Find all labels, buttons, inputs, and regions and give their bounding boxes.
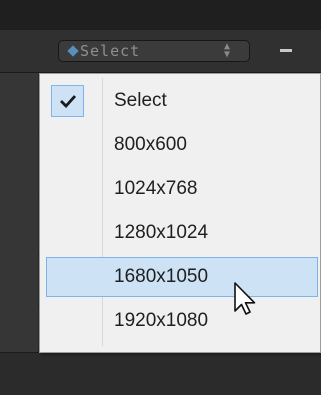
menu-item-1920x1080[interactable]: 1920x1080 xyxy=(46,301,318,341)
remove-button[interactable] xyxy=(276,48,296,53)
menu-item-label: 1280x1024 xyxy=(114,222,209,243)
checkmark-icon xyxy=(51,85,84,117)
menu-item-label: 800x600 xyxy=(114,134,187,155)
resolution-select[interactable]: Select ▲ ▼ xyxy=(58,40,250,62)
menu-item-label: 1920x1080 xyxy=(114,310,209,331)
menu-item-1024x768[interactable]: 1024x768 xyxy=(46,169,318,209)
menu-item-label: 1024x768 xyxy=(114,178,198,199)
minus-icon xyxy=(280,49,292,52)
menu-item-1680x1050[interactable]: 1680x1050 xyxy=(46,257,318,297)
diamond-icon xyxy=(67,45,79,57)
top-strip xyxy=(0,0,321,30)
select-value: Select xyxy=(80,42,141,60)
bottom-bar xyxy=(0,352,321,395)
menu-item-1280x1024[interactable]: 1280x1024 xyxy=(46,213,318,253)
menu-item-label: 1680x1050 xyxy=(114,266,209,287)
left-rail xyxy=(0,73,38,352)
dropdown-menu: Select 800x600 1024x768 1280x1024 1680x1… xyxy=(39,73,321,353)
up-down-arrows-icon: ▲ ▼ xyxy=(223,41,231,60)
mouse-cursor-icon xyxy=(234,282,256,315)
menu-item-800x600[interactable]: 800x600 xyxy=(46,125,318,165)
menu-item-label: Select xyxy=(114,90,167,111)
menu-item-select[interactable]: Select xyxy=(46,81,318,121)
